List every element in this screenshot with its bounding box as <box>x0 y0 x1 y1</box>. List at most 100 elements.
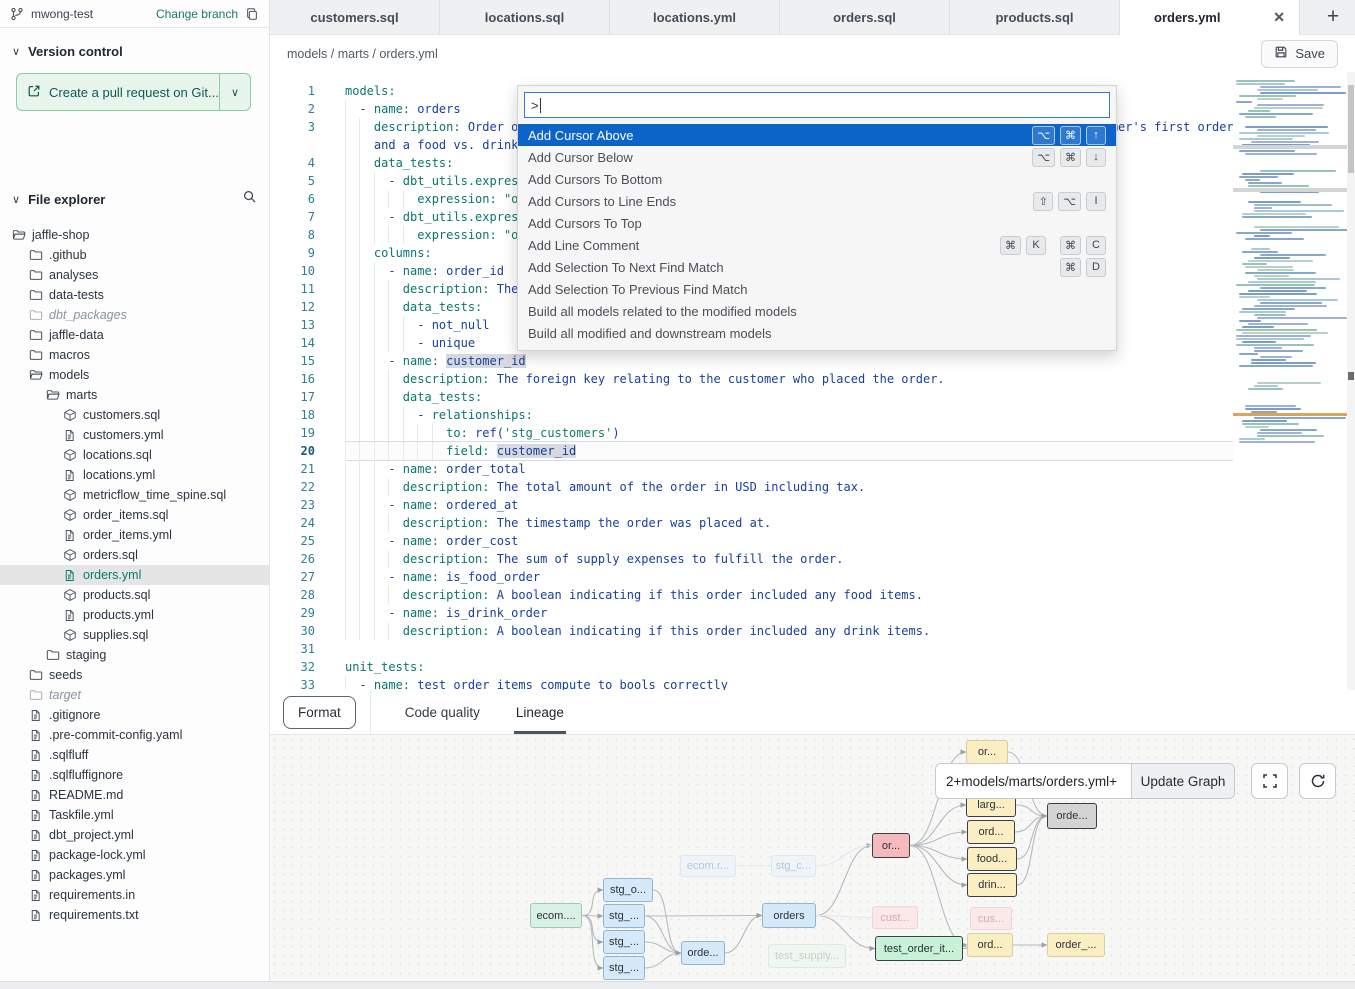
tree-folder-marts[interactable]: marts <box>0 385 269 405</box>
tree-file-customers.sql[interactable]: customers.sql <box>0 405 269 425</box>
tree-folder-models[interactable]: models <box>0 365 269 385</box>
lineage-node-test_sup_f[interactable]: test_supply... <box>768 944 846 968</box>
lineage-node-orde_gray[interactable]: orde... <box>1047 803 1097 829</box>
breadcrumb: models / marts / orders.yml <box>287 47 438 61</box>
tree-file-requirements.in[interactable]: requirements.in <box>0 885 269 905</box>
palette-item-add-cursors-to-top[interactable]: Add Cursors To Top <box>518 212 1116 234</box>
refresh-button[interactable] <box>1299 763 1336 799</box>
save-button[interactable]: Save <box>1261 40 1338 68</box>
panel-tab-code-quality[interactable]: Code quality <box>403 690 482 734</box>
new-tab-button[interactable]: + <box>1311 0 1355 34</box>
palette-item-add-line-comment[interactable]: Add Line Comment⌘K⌘C <box>518 234 1116 256</box>
horizontal-scrollbar[interactable] <box>0 981 1355 989</box>
copy-icon[interactable] <box>245 7 259 21</box>
lineage-node-orde_stg[interactable]: orde... <box>681 941 725 965</box>
palette-item-build-all-modified-and-downstream-models[interactable]: Build all modified and downstream models <box>518 322 1116 344</box>
tab-locations.yml[interactable]: locations.yml <box>610 0 780 34</box>
editor-vscrollbar[interactable] <box>1347 72 1355 690</box>
tree-file-products.sql[interactable]: products.sql <box>0 585 269 605</box>
lineage-node-test_order[interactable]: test_order_it... <box>875 936 963 961</box>
lineage-node-order_y[interactable]: order_... <box>1047 933 1105 957</box>
palette-item-add-selection-to-previous-find-match[interactable]: Add Selection To Previous Find Match <box>518 278 1116 300</box>
file-explorer-header[interactable]: ∨ File explorer <box>0 173 269 215</box>
close-icon[interactable]: ✕ <box>1273 9 1285 26</box>
palette-item-add-cursor-below[interactable]: Add Cursor Below⌥⌘↓ <box>518 146 1116 168</box>
lineage-node-ecom[interactable]: ecom.... <box>530 903 582 928</box>
lineage-node-stg_c_f[interactable]: stg_c... <box>771 855 816 877</box>
tree-file-customers.yml[interactable]: customers.yml <box>0 425 269 445</box>
tree-file-.sqlfluff[interactable]: .sqlfluff <box>0 745 269 765</box>
lineage-node-stg_o[interactable]: stg_o... <box>603 878 653 902</box>
fullscreen-button[interactable] <box>1251 763 1288 799</box>
command-palette-input[interactable]: > <box>524 92 1110 118</box>
tree-folder-.github[interactable]: .github <box>0 245 269 265</box>
tab-products.sql[interactable]: products.sql <box>950 0 1120 34</box>
palette-item-add-cursors-to-bottom[interactable]: Add Cursors To Bottom <box>518 168 1116 190</box>
tree-file-.sqlfluffignore[interactable]: .sqlfluffignore <box>0 765 269 785</box>
lineage-node-stg_3[interactable]: stg_... <box>603 956 645 980</box>
lineage-node-ecom_r_f[interactable]: ecom.r... <box>680 855 736 877</box>
version-control-header[interactable]: ∨ Version control <box>0 28 269 65</box>
lineage-node-stg_1[interactable]: stg_... <box>603 904 645 928</box>
tree-file-order_items.sql[interactable]: order_items.sql <box>0 505 269 525</box>
tree-file-.gitignore[interactable]: .gitignore <box>0 705 269 725</box>
tree-file-locations.sql[interactable]: locations.sql <box>0 445 269 465</box>
tree-file-products.yml[interactable]: products.yml <box>0 605 269 625</box>
panel-tab-lineage[interactable]: Lineage <box>514 690 566 734</box>
palette-item-build-all-models-related-to-the-modified-models[interactable]: Build all models related to the modified… <box>518 300 1116 322</box>
tree-folder-jaffle-shop[interactable]: jaffle-shop <box>0 225 269 245</box>
tab-orders.yml[interactable]: orders.yml✕ <box>1120 0 1300 35</box>
update-graph-button[interactable]: Update Graph <box>1131 764 1234 798</box>
tab-locations.sql[interactable]: locations.sql <box>440 0 610 34</box>
tree-file-package-lock.yml[interactable]: package-lock.yml <box>0 845 269 865</box>
lineage-node-orders[interactable]: orders <box>762 903 816 928</box>
palette-item-add-cursors-to-line-ends[interactable]: Add Cursors to Line Ends⇧⌥I <box>518 190 1116 212</box>
create-pr-button[interactable]: Create a pull request on Git... ∨ <box>16 73 251 111</box>
tree-file-packages.yml[interactable]: packages.yml <box>0 865 269 885</box>
editor-vscrollbar-thumb[interactable] <box>1348 85 1354 173</box>
tree-folder-jaffle-data[interactable]: jaffle-data <box>0 325 269 345</box>
tree-file-orders.sql[interactable]: orders.sql <box>0 545 269 565</box>
tree-folder-analyses[interactable]: analyses <box>0 265 269 285</box>
pr-dropdown-caret[interactable]: ∨ <box>219 74 250 110</box>
search-icon[interactable] <box>242 189 257 209</box>
tree-file-locations.yml[interactable]: locations.yml <box>0 465 269 485</box>
tree-folder-staging[interactable]: staging <box>0 645 269 665</box>
lineage-node-food_y[interactable]: food... <box>967 847 1017 871</box>
tree-folder-macros[interactable]: macros <box>0 345 269 365</box>
tab-customers.sql[interactable]: customers.sql <box>270 0 440 34</box>
folder-icon <box>29 348 43 362</box>
tree-file-.pre-commit-config.yaml[interactable]: .pre-commit-config.yaml <box>0 725 269 745</box>
tree-file-supplies.sql[interactable]: supplies.sql <box>0 625 269 645</box>
bottom-toolbar: Format Code quality Lineage <box>270 690 1355 735</box>
tree-file-orders.yml[interactable]: orders.yml <box>0 565 269 585</box>
code-editor[interactable]: 1234567891011121314151617181920212223242… <box>270 72 1355 690</box>
tree-folder-dbt_packages[interactable]: dbt_packages <box>0 305 269 325</box>
tree-file-dbt_project.yml[interactable]: dbt_project.yml <box>0 825 269 845</box>
tree-folder-data-tests[interactable]: data-tests <box>0 285 269 305</box>
format-button[interactable]: Format <box>283 696 356 729</box>
tree-file-Taskfile.yml[interactable]: Taskfile.yml <box>0 805 269 825</box>
palette-item-add-selection-to-next-find-match[interactable]: Add Selection To Next Find Match⌘D <box>518 256 1116 278</box>
lineage-selector-input[interactable] <box>936 764 1131 798</box>
tree-file-README.md[interactable]: README.md <box>0 785 269 805</box>
lineage-node-or_y_top[interactable]: or... <box>966 740 1008 764</box>
tree-item-label: package-lock.yml <box>49 848 146 862</box>
lineage-node-cus_f[interactable]: cus... <box>970 907 1012 930</box>
tree-folder-target[interactable]: target <box>0 685 269 705</box>
tree-file-requirements.txt[interactable]: requirements.txt <box>0 905 269 925</box>
tree-file-order_items.yml[interactable]: order_items.yml <box>0 525 269 545</box>
palette-item-add-cursor-above[interactable]: Add Cursor Above⌥⌘↑ <box>518 124 1116 146</box>
tab-orders.sql[interactable]: orders.sql <box>780 0 950 34</box>
change-branch-link[interactable]: Change branch <box>156 7 238 21</box>
lineage-node-cust_f[interactable]: cust... <box>872 906 918 929</box>
palette-item-label: Build all models related to the modified… <box>528 304 1106 319</box>
tree-file-metricflow_time_spine.sql[interactable]: metricflow_time_spine.sql <box>0 485 269 505</box>
lineage-node-ord_y1[interactable]: ord... <box>967 820 1015 844</box>
tree-folder-seeds[interactable]: seeds <box>0 665 269 685</box>
lineage-node-stg_2[interactable]: stg_... <box>603 930 645 954</box>
lineage-node-or_pink[interactable]: or... <box>872 833 910 858</box>
editor-minimap[interactable] <box>1233 72 1347 690</box>
lineage-node-drin_y[interactable]: drin... <box>967 873 1017 897</box>
lineage-node-ord_y2[interactable]: ord... <box>967 933 1013 957</box>
